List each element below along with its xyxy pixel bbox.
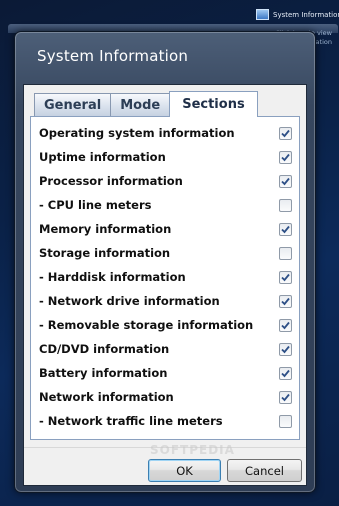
section-row[interactable]: CD/DVD information	[39, 339, 295, 359]
section-checkbox[interactable]	[279, 294, 292, 308]
section-checkbox[interactable]	[279, 366, 292, 380]
settings-dialog: System Information General Mode Sections…	[14, 31, 316, 493]
section-checkbox[interactable]	[279, 150, 292, 164]
tab-sections[interactable]: Sections	[169, 91, 258, 117]
ok-button[interactable]: OK	[148, 459, 221, 482]
section-label: Battery information	[39, 366, 168, 380]
sections-panel: Operating system information Uptime infor…	[30, 116, 300, 440]
section-checkbox[interactable]	[279, 198, 292, 212]
gadget-title: System Information	[273, 11, 339, 19]
tab-mode[interactable]: Mode	[110, 93, 171, 117]
section-label: - Network drive information	[39, 294, 220, 308]
section-label: CD/DVD information	[39, 342, 170, 356]
section-row[interactable]: - Network traffic line meters	[39, 411, 295, 431]
section-label: - CPU line meters	[39, 198, 152, 212]
section-checkbox[interactable]	[279, 414, 292, 428]
section-label: Network information	[39, 390, 174, 404]
section-row[interactable]: - CPU line meters	[39, 195, 295, 215]
section-checkbox[interactable]	[279, 318, 292, 332]
section-checkbox[interactable]	[279, 126, 292, 140]
watermark: SOFTPEDIA	[150, 443, 235, 457]
section-checkbox[interactable]	[279, 174, 292, 188]
section-label: Processor information	[39, 174, 183, 188]
section-label: - Removable storage information	[39, 318, 254, 332]
tab-general[interactable]: General	[34, 93, 112, 117]
section-label: Storage information	[39, 246, 171, 260]
section-label: - Harddisk information	[39, 270, 186, 284]
cancel-button[interactable]: Cancel	[227, 459, 302, 482]
section-row[interactable]: - Network drive information	[39, 291, 295, 311]
section-row[interactable]: Network information	[39, 387, 295, 407]
section-row[interactable]: Uptime information	[39, 147, 295, 167]
section-checkbox[interactable]	[279, 246, 292, 260]
section-checkbox[interactable]	[279, 390, 292, 404]
section-row[interactable]: - Harddisk information	[39, 267, 295, 287]
section-checkbox[interactable]	[279, 342, 292, 356]
section-label: - Network traffic line meters	[39, 414, 223, 428]
monitor-icon[interactable]	[256, 9, 269, 20]
section-row[interactable]: Operating system information	[39, 123, 295, 143]
section-label: Memory information	[39, 222, 172, 236]
window-title: System Information	[37, 47, 189, 65]
section-row[interactable]: - Removable storage information	[39, 315, 295, 335]
section-row[interactable]: Memory information	[39, 219, 295, 239]
section-row[interactable]: Storage information	[39, 243, 295, 263]
section-label: Uptime information	[39, 150, 166, 164]
tab-bar: General Mode Sections	[34, 91, 258, 117]
section-checkbox[interactable]	[279, 222, 292, 236]
section-row[interactable]: Processor information	[39, 171, 295, 191]
section-label: Operating system information	[39, 126, 235, 140]
section-row[interactable]: Battery information	[39, 363, 295, 383]
dialog-client-area: General Mode Sections Operating system i…	[23, 84, 307, 486]
section-checkbox[interactable]	[279, 270, 292, 284]
